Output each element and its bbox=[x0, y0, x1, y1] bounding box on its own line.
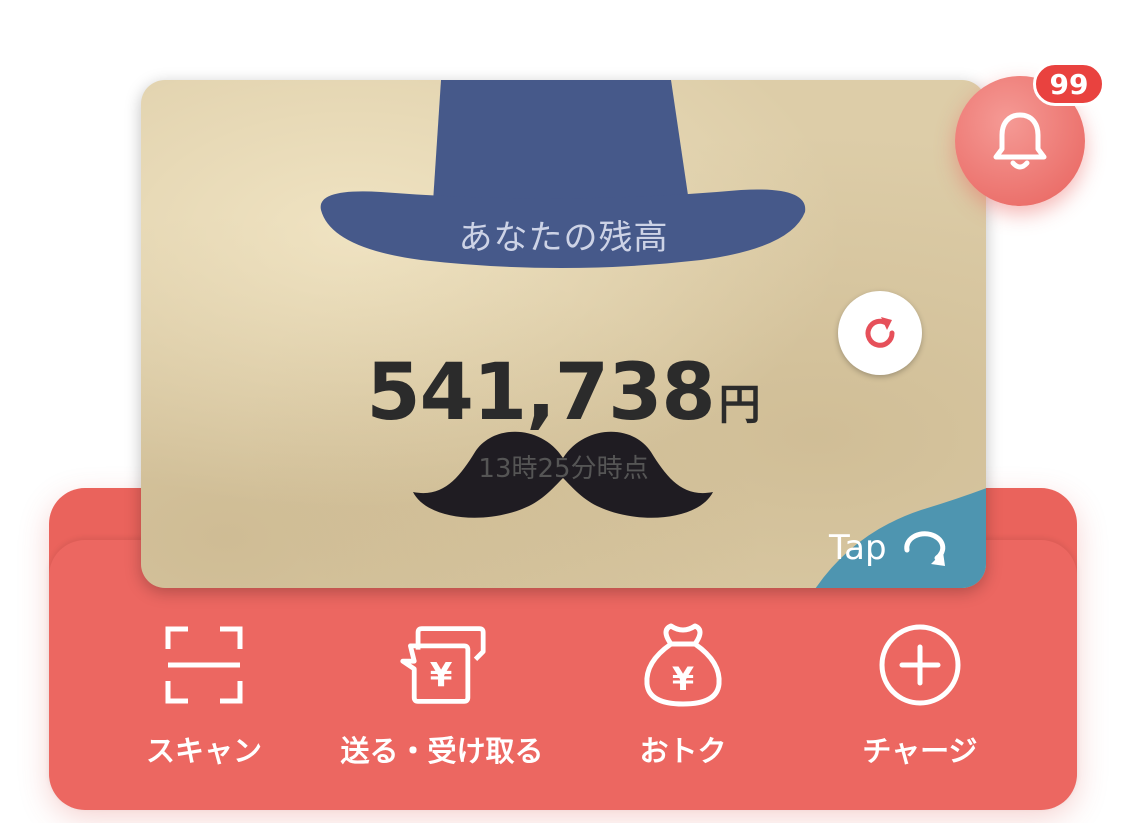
plus-circle-icon bbox=[879, 624, 961, 706]
deals-button[interactable]: ¥ おトク bbox=[563, 620, 803, 770]
balance-card[interactable]: あなたの残高 541,738円 13時25分時点 Tap bbox=[141, 80, 986, 588]
scan-icon bbox=[165, 626, 243, 704]
balance-currency: 円 bbox=[718, 380, 761, 429]
refresh-button[interactable] bbox=[838, 291, 922, 375]
tap-label: Tap bbox=[829, 528, 887, 568]
deals-label: おトク bbox=[639, 734, 727, 768]
scan-label: スキャン bbox=[145, 734, 262, 768]
wallet-screen: あなたの残高 541,738円 13時25分時点 Tap 99 スキャン ¥ 送… bbox=[0, 0, 1124, 823]
scan-button[interactable]: スキャン bbox=[84, 620, 324, 770]
money-bag-icon: ¥ bbox=[644, 623, 722, 707]
notification-count-badge: 99 bbox=[1033, 62, 1105, 106]
flip-arrow-icon bbox=[903, 531, 945, 566]
charge-label: チャージ bbox=[862, 734, 978, 768]
svg-text:¥: ¥ bbox=[672, 660, 694, 698]
bell-icon bbox=[993, 112, 1047, 170]
hat-crown bbox=[433, 80, 689, 210]
send-receive-label: 送る・受け取る bbox=[340, 734, 544, 768]
svg-text:¥: ¥ bbox=[430, 656, 453, 694]
refresh-icon bbox=[865, 317, 895, 348]
balance-amount: 541,738 bbox=[366, 348, 715, 438]
tap-flip-button[interactable]: Tap bbox=[829, 528, 953, 568]
balance-label: あなたの残高 bbox=[458, 218, 669, 258]
send-receive-button[interactable]: ¥ 送る・受け取る bbox=[322, 620, 562, 770]
send-receive-icon: ¥ bbox=[400, 626, 486, 704]
charge-button[interactable]: チャージ bbox=[800, 620, 1040, 770]
